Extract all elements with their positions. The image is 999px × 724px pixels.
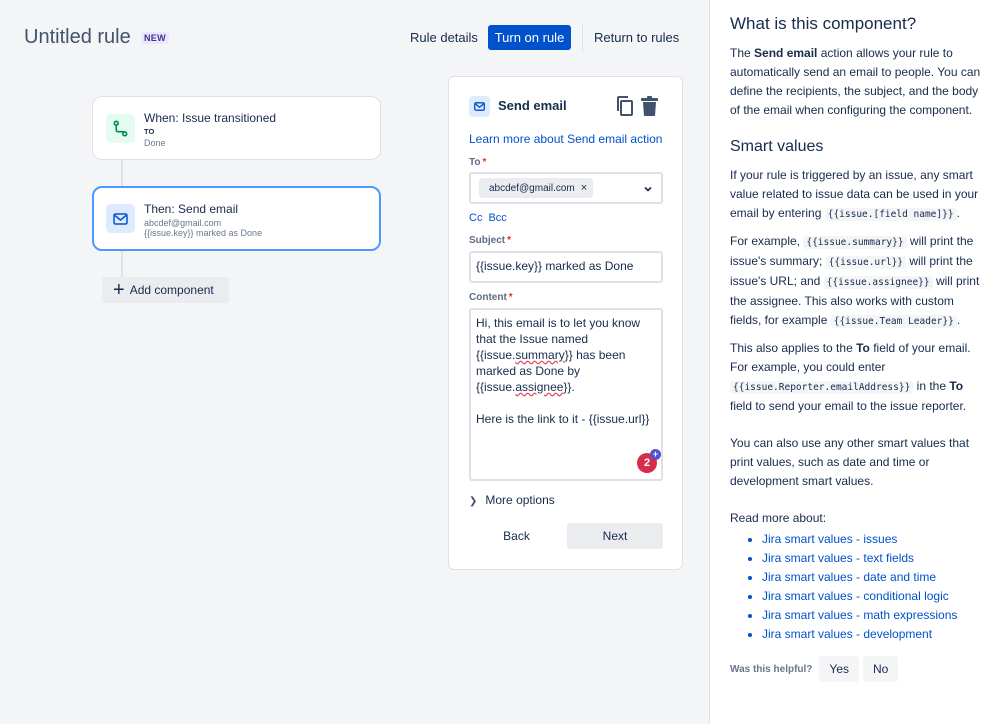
help-panel: What is this component? The Send email a… <box>709 0 999 724</box>
mail-icon <box>106 204 135 233</box>
chevron-down-icon[interactable] <box>643 182 653 197</box>
link-issues[interactable]: Jira smart values - issues <box>762 532 897 546</box>
return-to-rules-button[interactable]: Return to rules <box>584 25 689 50</box>
chevron-right-icon: ❯ <box>469 496 478 507</box>
turn-on-rule-button[interactable]: Turn on rule <box>488 25 571 50</box>
trigger-sub-value: Done <box>144 138 166 148</box>
subject-input[interactable]: {{issue.key}} marked as Done <box>469 251 663 283</box>
add-component-label: Add component <box>129 283 214 297</box>
helpful-label: Was this helpful? <box>730 663 813 675</box>
trash-icon[interactable] <box>640 95 659 120</box>
action-subject: {{issue.key}} marked as Done <box>144 228 263 238</box>
flow-connector <box>121 251 123 277</box>
link-math-expressions[interactable]: Jira smart values - math expressions <box>762 608 957 622</box>
link-date-and-time[interactable]: Jira smart values - date and time <box>762 570 936 584</box>
trigger-card[interactable]: When: Issue transitioned TO Done <box>92 96 381 160</box>
smart-values-example: For example, {{issue.summary}} will prin… <box>730 234 980 328</box>
feedback-row: Was this helpful? Yes No <box>730 656 987 682</box>
cc-link[interactable]: Cc <box>469 212 482 224</box>
next-button[interactable]: Next <box>567 523 663 549</box>
action-recipient: abcdef@gmail.com <box>144 218 222 228</box>
learn-more-link[interactable]: Learn more about Send email action <box>469 132 662 146</box>
action-card[interactable]: Then: Send email abcdef@gmail.com {{issu… <box>92 186 381 251</box>
page-title: Untitled rule <box>24 26 131 48</box>
grammarly-badge[interactable]: 2 + <box>637 449 661 473</box>
header-divider <box>582 24 583 52</box>
smart-values-paragraph: If your rule is triggered by an issue, a… <box>730 168 979 221</box>
rule-editor: Untitled rule NEW Rule details Turn on r… <box>0 0 709 724</box>
trigger-title: When: Issue transitioned <box>144 111 277 125</box>
smart-values-links: Jira smart values - issues Jira smart va… <box>730 530 987 644</box>
subject-label: Subject * <box>469 235 512 246</box>
link-development[interactable]: Jira smart values - development <box>762 627 932 641</box>
read-more-label: Read more about: <box>730 511 827 525</box>
link-conditional-logic[interactable]: Jira smart values - conditional logic <box>762 589 949 603</box>
smart-values-heading: Smart values <box>730 138 824 155</box>
more-options-label: More options <box>485 493 555 507</box>
add-component-button[interactable]: + Add component <box>102 277 229 303</box>
recipient-email: abcdef@gmail.com <box>489 183 575 194</box>
config-title: Send email <box>498 98 567 113</box>
content-label: Content * <box>469 292 513 303</box>
flow-connector <box>121 160 123 186</box>
send-email-config-panel: Send email Learn more about Send email a… <box>448 76 683 570</box>
cc-bcc-links: Cc Bcc <box>469 212 513 224</box>
rule-details-button[interactable]: Rule details <box>400 25 488 50</box>
content-textarea[interactable]: Hi, this email is to let you know that t… <box>469 308 663 481</box>
branch-icon <box>106 114 135 143</box>
new-badge: NEW <box>141 32 169 44</box>
link-text-fields[interactable]: Jira smart values - text fields <box>762 551 914 565</box>
no-button[interactable]: No <box>863 656 899 682</box>
trigger-sub-label: TO <box>144 127 155 136</box>
remove-recipient-icon[interactable]: × <box>581 182 587 194</box>
help-intro: The Send email action allows your rule t… <box>730 46 981 117</box>
mail-icon <box>469 96 490 117</box>
help-title: What is this component? <box>730 14 917 33</box>
copy-icon[interactable] <box>615 95 635 120</box>
plus-icon: + <box>113 279 125 301</box>
back-button[interactable]: Back <box>469 523 564 549</box>
to-field[interactable]: abcdef@gmail.com × <box>469 172 663 204</box>
to-field-paragraph: This also applies to the To field of you… <box>730 341 971 413</box>
yes-button[interactable]: Yes <box>819 656 859 682</box>
to-label: To * <box>469 157 487 168</box>
more-options-toggle[interactable]: ❯ More options <box>469 493 555 507</box>
recipient-tag: abcdef@gmail.com × <box>479 178 594 198</box>
action-title: Then: Send email <box>144 202 239 216</box>
other-smart-values-paragraph: You can also use any other smart values … <box>730 436 970 488</box>
bcc-link[interactable]: Bcc <box>488 212 506 224</box>
